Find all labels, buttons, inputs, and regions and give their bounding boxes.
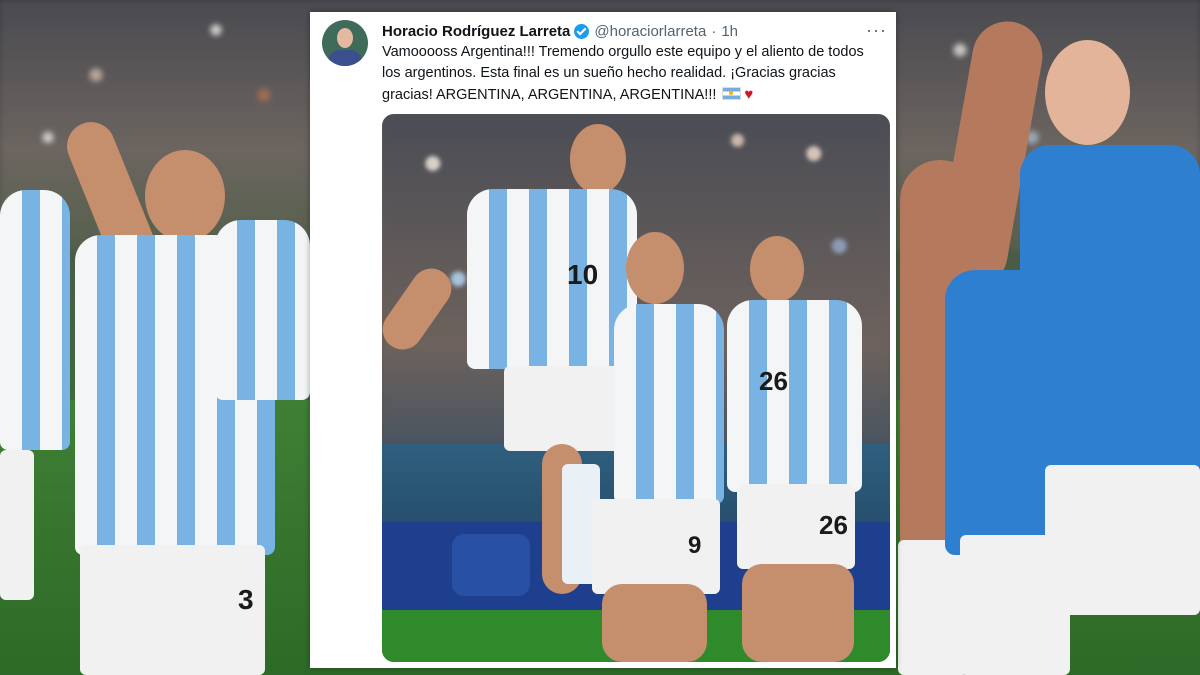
left-player-head: [145, 150, 225, 242]
enzo-jersey: [727, 300, 862, 492]
messi-jersey-number: 10: [567, 259, 599, 290]
avatar[interactable]: [322, 20, 368, 66]
tweet-timestamp[interactable]: 1h: [721, 23, 738, 40]
tweet-header: Horacio Rodríguez Larreta @horaciorlarre…: [382, 20, 738, 42]
author-name[interactable]: Horacio Rodríguez Larreta: [382, 23, 570, 40]
right-player-white-shorts: [898, 540, 968, 675]
alvarez-legs: [602, 584, 707, 662]
ad-board-logo-icon: [452, 534, 530, 596]
alvarez-head: [626, 232, 684, 304]
more-options-icon[interactable]: ···: [866, 20, 887, 41]
alvarez-shorts-number: 9: [688, 532, 702, 559]
messi-head: [570, 124, 626, 194]
tweet-card[interactable]: Horacio Rodríguez Larreta @horaciorlarre…: [310, 12, 896, 668]
alvarez-jersey: [614, 304, 724, 504]
right-player-shorts-3: [1045, 465, 1200, 615]
red-heart-icon: ♥: [744, 86, 754, 103]
separator-dot: ·: [711, 22, 717, 40]
enzo-legs: [742, 564, 854, 662]
right-player-head: [1045, 40, 1130, 145]
argentina-flag-icon: [722, 87, 742, 100]
enzo-head: [750, 236, 804, 302]
verified-badge-icon: [574, 23, 590, 39]
left-player-shorts-number: 3: [238, 584, 254, 615]
left-player-right-jersey: [215, 220, 310, 400]
avatar-body: [328, 50, 362, 66]
tweet-body: Vamooooss Argentina!!! Tremendo orgullo …: [382, 44, 864, 103]
enzo-shorts-number: 26: [819, 510, 848, 540]
messi-jersey: [467, 189, 637, 369]
author-handle[interactable]: @horaciorlarreta: [594, 23, 706, 40]
tweet-text: Vamooooss Argentina!!! Tremendo orgullo …: [382, 42, 882, 106]
tweet-photo[interactable]: 10 9 26 26: [382, 114, 890, 662]
right-player-blue-jacket-2: [1020, 145, 1200, 475]
left-player-jersey: [0, 190, 70, 450]
messi-shorts: [504, 366, 622, 451]
enzo-jersey-number: 26: [759, 366, 788, 396]
avatar-face: [337, 28, 353, 48]
left-player-shorts: [0, 450, 34, 600]
